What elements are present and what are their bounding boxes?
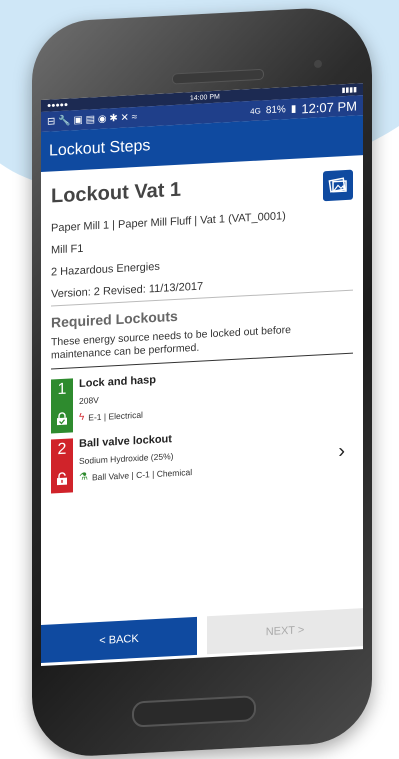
lockout-energy: E-1 | Electrical [88, 409, 143, 423]
network-label: 4G [250, 105, 261, 116]
battery-percent: 81% [265, 103, 286, 116]
main-content: Lockout Vat 1 Paper Mill 1 | Paper Mill … [41, 155, 363, 494]
phone-screen: ●●●●● 14:00 PM ▮▮▮▮ ⊟ 🔧 ▣ ▤ ◉ ✱ ✕ ≈ 4G 8… [41, 83, 363, 666]
notification-icons: ⊟ 🔧 ▣ ▤ ◉ ✱ ✕ ≈ [47, 111, 138, 128]
gallery-button[interactable] [323, 169, 353, 202]
signal-dots: ●●●●● [47, 101, 69, 110]
padlock-locked-icon [55, 412, 69, 432]
back-button[interactable]: < BACK [41, 616, 197, 663]
chevron-right-icon[interactable]: › [338, 424, 353, 479]
top-time: 14:00 PM [189, 93, 220, 102]
page-title: Lockout Steps [49, 137, 151, 160]
padlock-unlocked-icon [55, 472, 69, 492]
lockout-number: 2 [57, 440, 67, 459]
electrical-bolt-icon: ϟ [79, 411, 85, 424]
lockout-badge-1: 1 [51, 378, 73, 434]
speaker-grille [172, 68, 264, 85]
battery-icon: ▮ [290, 103, 297, 115]
chemical-flask-icon: ⚗ [79, 471, 88, 484]
home-button[interactable] [132, 695, 256, 728]
next-button[interactable]: NEXT > [207, 608, 363, 655]
front-camera [314, 59, 322, 69]
lockout-item-2[interactable]: 2 Ball valve lockout Sodium Hydroxide (2… [51, 424, 353, 494]
lockout-energy: Ball Valve | C-1 | Chemical [91, 466, 193, 482]
clock: 12:07 PM [301, 97, 357, 116]
lockout-title: Lockout Vat 1 [51, 178, 182, 208]
lockout-badge-2: 2 [51, 438, 73, 494]
top-battery: ▮▮▮▮ [341, 86, 357, 95]
lockout-number: 1 [57, 380, 67, 399]
lockout-item-1[interactable]: 1 Lock and hasp 208V ϟ E-1 | Electrical [51, 364, 353, 434]
image-gallery-icon [328, 177, 347, 193]
